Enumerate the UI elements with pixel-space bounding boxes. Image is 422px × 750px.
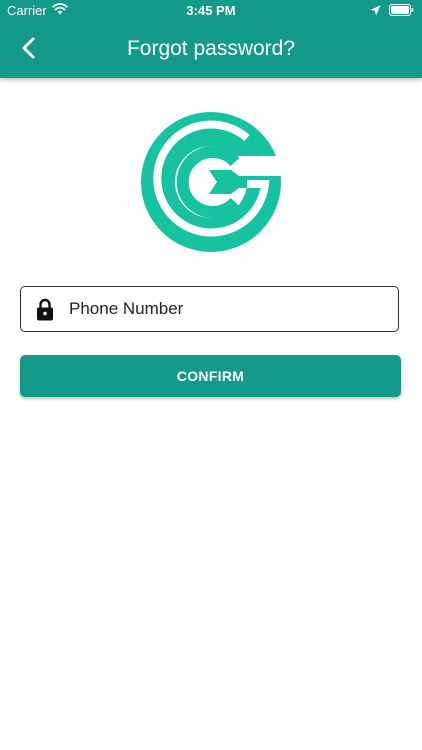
- app-header: Carrier 3:45 PM Forgot password?: [0, 0, 422, 78]
- status-bar: Carrier 3:45 PM: [0, 0, 422, 22]
- status-right: [370, 4, 414, 19]
- wrench-g-logo: [139, 110, 283, 254]
- confirm-button[interactable]: CONFIRM: [20, 355, 401, 397]
- battery-icon: [389, 4, 414, 19]
- nav-bar: Forgot password?: [0, 22, 422, 78]
- location-arrow-icon: [370, 4, 381, 19]
- lock-icon: [35, 297, 55, 321]
- page-title: Forgot password?: [126, 37, 296, 60]
- status-time: 3:45 PM: [186, 3, 236, 18]
- phone-number-field[interactable]: [20, 286, 399, 332]
- phone-number-input[interactable]: [69, 289, 398, 329]
